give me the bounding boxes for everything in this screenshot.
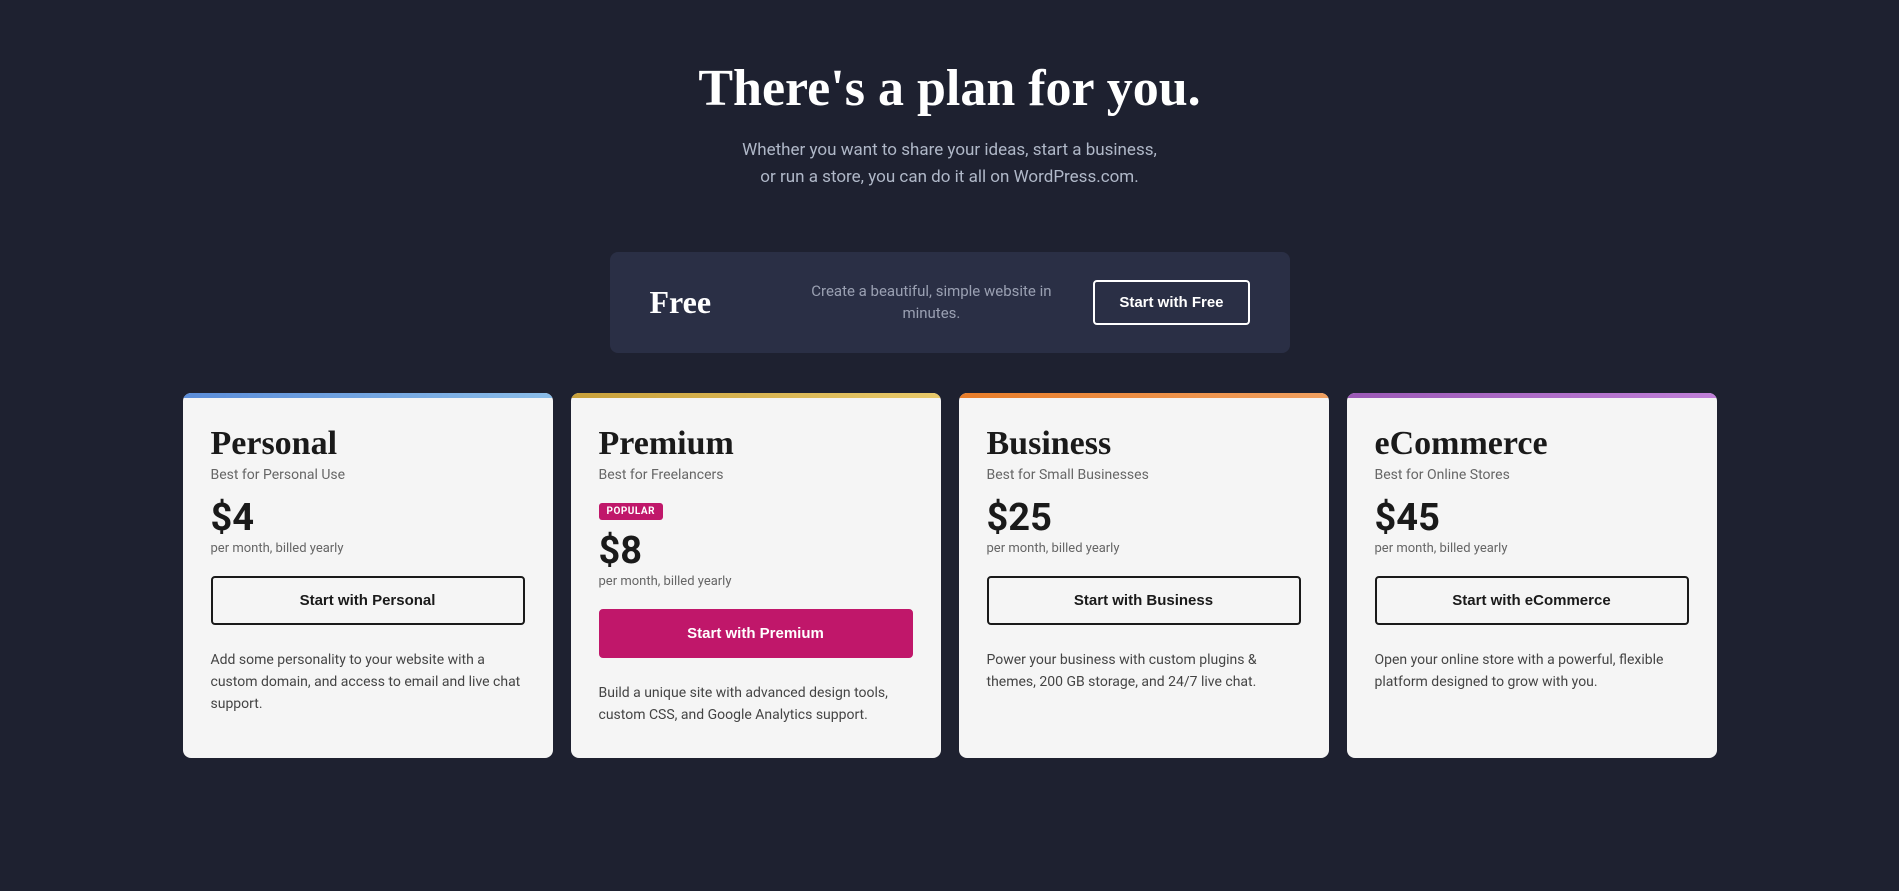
- ecommerce-plan-description: Open your online store with a powerful, …: [1375, 649, 1689, 694]
- popular-badge: POPULAR: [599, 503, 664, 520]
- personal-plan-subtitle: Best for Personal Use: [211, 467, 525, 483]
- ecommerce-plan-price: $45: [1375, 499, 1689, 537]
- premium-plan-subtitle: Best for Freelancers: [599, 467, 913, 483]
- business-plan-description: Power your business with custom plugins …: [987, 649, 1301, 694]
- ecommerce-plan-billing: per month, billed yearly: [1375, 541, 1689, 556]
- premium-plan-billing: per month, billed yearly: [599, 574, 913, 589]
- page-title: There's a plan for you.: [698, 60, 1200, 117]
- personal-plan-price: $4: [211, 499, 525, 537]
- hero-subtitle: Whether you want to share your ideas, st…: [698, 137, 1200, 191]
- free-plan-cta-button[interactable]: Start with Free: [1093, 280, 1249, 325]
- personal-plan-title: Personal: [211, 425, 525, 463]
- free-plan-title: Free: [650, 284, 770, 321]
- business-plan-cta-button[interactable]: Start with Business: [987, 576, 1301, 625]
- subtitle-line2: or run a store, you can do it all on Wor…: [760, 167, 1138, 187]
- personal-plan-card: Personal Best for Personal Use $4 per mo…: [183, 393, 553, 759]
- business-plan-subtitle: Best for Small Businesses: [987, 467, 1301, 483]
- business-plan-billing: per month, billed yearly: [987, 541, 1301, 556]
- premium-plan-card: Premium Best for Freelancers POPULAR $8 …: [571, 393, 941, 759]
- hero-section: There's a plan for you. Whether you want…: [678, 0, 1220, 232]
- free-plan-description: Create a beautiful, simple website in mi…: [790, 280, 1074, 325]
- ecommerce-plan-subtitle: Best for Online Stores: [1375, 467, 1689, 483]
- ecommerce-plan-cta-button[interactable]: Start with eCommerce: [1375, 576, 1689, 625]
- business-plan-card: Business Best for Small Businesses $25 p…: [959, 393, 1329, 759]
- ecommerce-plan-title: eCommerce: [1375, 425, 1689, 463]
- ecommerce-plan-card: eCommerce Best for Online Stores $45 per…: [1347, 393, 1717, 759]
- subtitle-line1: Whether you want to share your ideas, st…: [742, 140, 1157, 160]
- premium-plan-description: Build a unique site with advanced design…: [599, 682, 913, 727]
- premium-plan-title: Premium: [599, 425, 913, 463]
- free-plan-banner: Free Create a beautiful, simple website …: [610, 252, 1290, 353]
- business-plan-price: $25: [987, 499, 1301, 537]
- personal-plan-description: Add some personality to your website wit…: [211, 649, 525, 716]
- premium-plan-cta-button[interactable]: Start with Premium: [599, 609, 913, 658]
- business-plan-title: Business: [987, 425, 1301, 463]
- personal-plan-billing: per month, billed yearly: [211, 541, 525, 556]
- personal-plan-cta-button[interactable]: Start with Personal: [211, 576, 525, 625]
- premium-plan-price: $8: [599, 532, 913, 570]
- plans-grid: Personal Best for Personal Use $4 per mo…: [50, 393, 1850, 799]
